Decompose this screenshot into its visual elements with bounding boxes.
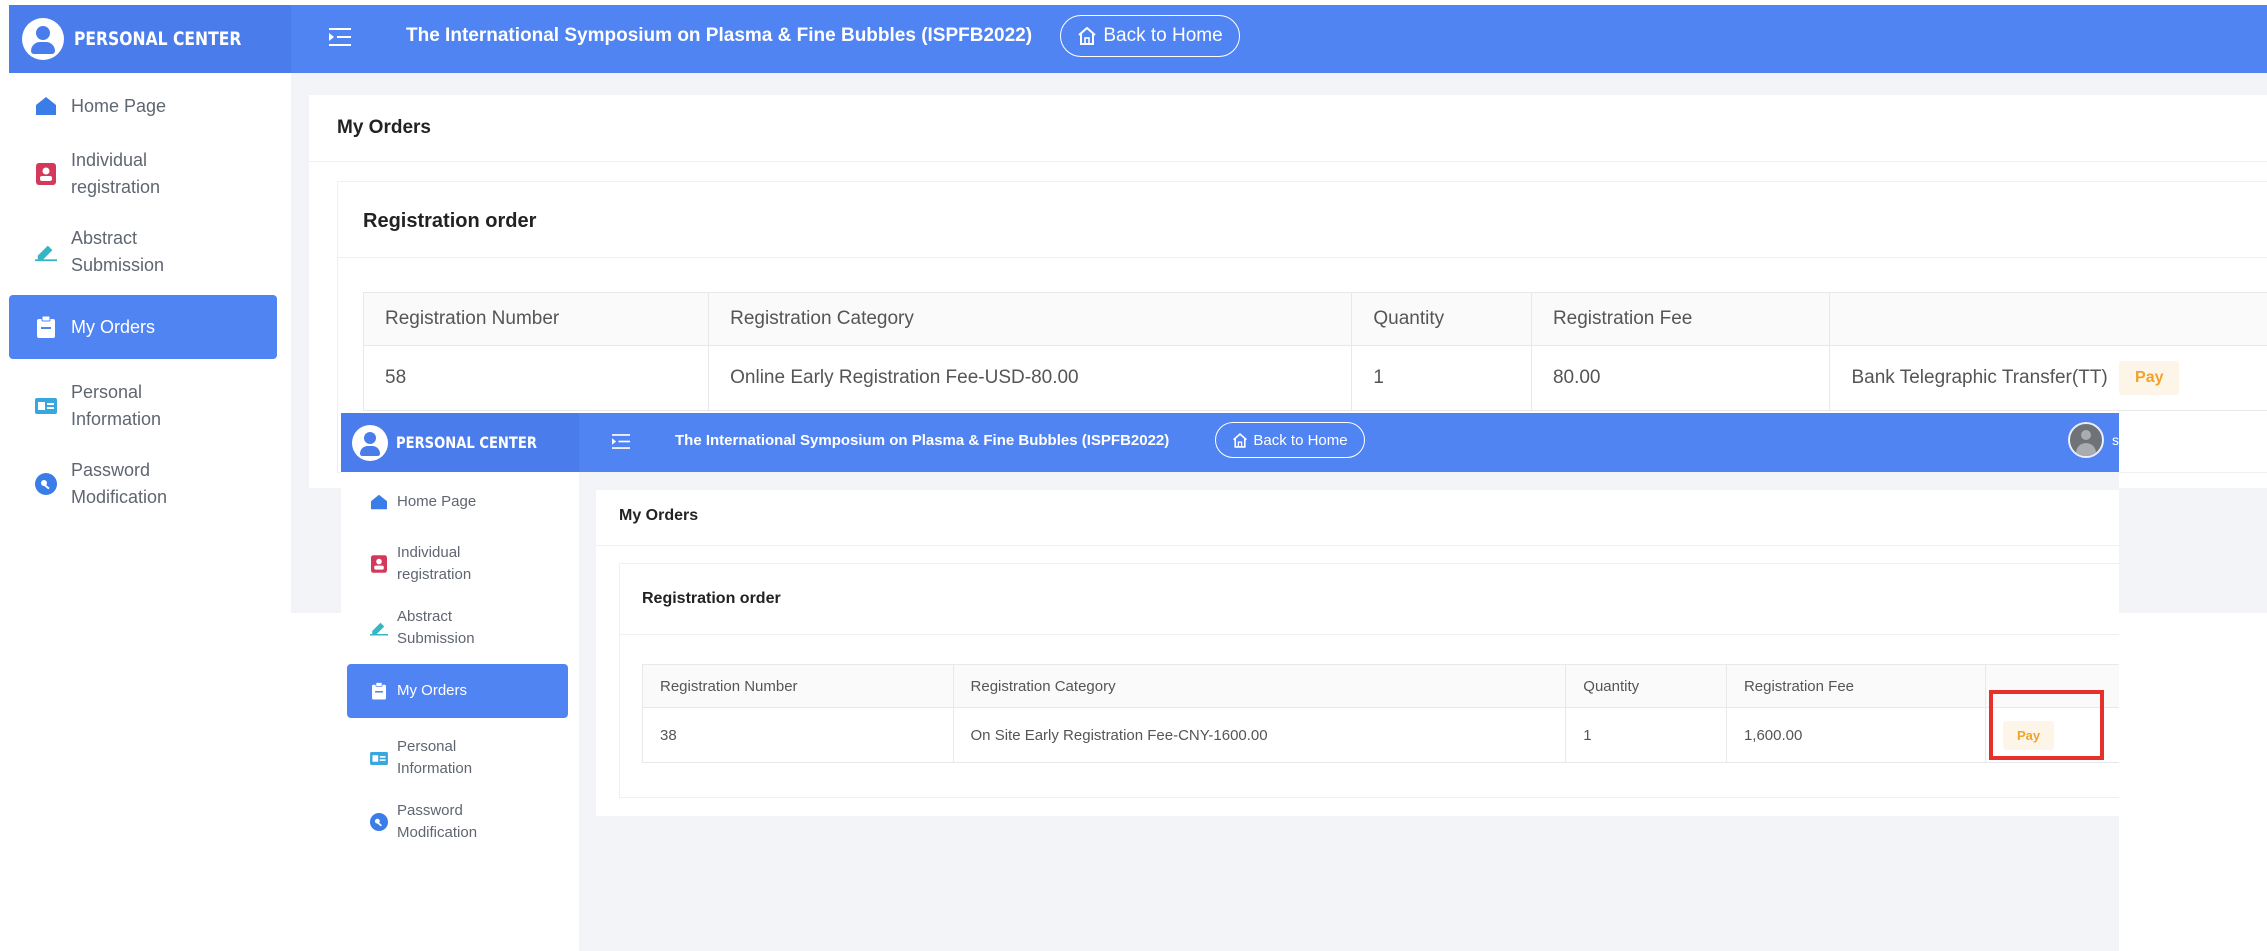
username[interactable]: s [2112, 432, 2119, 448]
table-header-row: Registration Number Registration Categor… [642, 664, 2119, 708]
sidebar-item-home[interactable]: Home Page [341, 476, 571, 528]
pay-button-highlight-box [1989, 690, 2104, 760]
sidebar-item-label: Individual registration [397, 544, 472, 583]
sidebar: Home Page Individual registration Abstra… [9, 73, 292, 613]
home-icon [370, 493, 388, 511]
column-header: Registration Category [708, 292, 1353, 346]
home-icon [35, 95, 57, 117]
sidebar-item-individual-registration[interactable]: Individual registration [341, 534, 571, 594]
sidebar-item-label: Personal Information [397, 738, 473, 777]
sidebar-item-abstract-submission[interactable]: Abstract Submission [9, 213, 277, 291]
clipboard-icon [370, 682, 388, 700]
order-fee: 80.00 [1530, 345, 1831, 411]
sidebar-item-personal-information[interactable]: Personal Information [341, 727, 571, 789]
page-title: My Orders [337, 117, 431, 138]
column-header: Registration Number [642, 664, 954, 708]
sidebar: Home Page Individual registration Abstra… [341, 472, 580, 951]
sidebar-item-my-orders[interactable]: My Orders [9, 295, 277, 359]
divider [309, 161, 2267, 162]
order-actions: Bank Telegraphic Transfer(TT) Pay [1829, 345, 2267, 411]
menu-toggle-icon[interactable] [612, 433, 630, 450]
back-to-home-label: Back to Home [1103, 25, 1223, 46]
sidebar-item-label: My Orders [71, 316, 156, 337]
sidebar-item-home[interactable]: Home Page [9, 77, 277, 135]
brand-text: PERSONAL CENTER [396, 433, 537, 452]
sidebar-item-label: Individual registration [71, 150, 161, 197]
column-header: Registration Number [362, 292, 710, 346]
sidebar-item-abstract-submission[interactable]: Abstract Submission [341, 597, 571, 659]
order-fee: 1,600.00 [1725, 707, 1986, 763]
main-content: My Orders Registration order Registratio… [579, 472, 2119, 951]
sidebar-item-label: Abstract Submission [397, 608, 475, 647]
order-number: 58 [362, 345, 710, 411]
sidebar-item-label: Home Page [71, 95, 167, 116]
column-header: Registration Fee [1530, 292, 1831, 346]
pay-button[interactable]: Pay [2119, 361, 2180, 395]
divider [596, 545, 2119, 546]
column-header: Registration Fee [1725, 664, 1986, 708]
table-header-row: Registration Number Registration Categor… [362, 292, 2267, 346]
payment-method: Bank Telegraphic Transfer(TT) [1851, 367, 2108, 389]
column-header: Quantity [1565, 664, 1727, 708]
column-header: Registration Category [952, 664, 1567, 708]
user-avatar[interactable] [2068, 422, 2104, 458]
order-quantity: 1 [1351, 345, 1532, 411]
column-header: Quantity [1351, 292, 1532, 346]
divider [620, 634, 2119, 635]
back-to-home-button[interactable]: Back to Home [1060, 15, 1240, 57]
table-row: 38 On Site Early Registration Fee-CNY-16… [642, 707, 2119, 763]
home-outline-icon [1078, 27, 1096, 45]
sidebar-item-label: My Orders [397, 682, 468, 699]
column-header [1829, 292, 2267, 346]
pen-icon [370, 619, 388, 637]
registration-order-card: Registration order Registration Number R… [619, 563, 2119, 798]
sidebar-item-personal-information[interactable]: Personal Information [9, 367, 277, 445]
menu-toggle-icon[interactable] [329, 27, 351, 47]
id-card-icon [35, 163, 57, 185]
user-card-icon [370, 749, 388, 767]
order-category: Online Early Registration Fee-USD-80.00 [708, 345, 1353, 411]
order-number: 38 [642, 707, 954, 763]
sidebar-item-label: Password Modification [71, 460, 168, 507]
order-quantity: 1 [1565, 707, 1727, 763]
orders-table: Registration Number Registration Categor… [642, 664, 2119, 763]
back-to-home-label: Back to Home [1253, 431, 1348, 449]
sidebar-item-password-modification[interactable]: Password Modification [341, 791, 571, 853]
order-category: On Site Early Registration Fee-CNY-1600.… [952, 707, 1567, 763]
brand-text: PERSONAL CENTER [73, 28, 242, 50]
brand-avatar-icon [21, 18, 64, 60]
user-card-icon [35, 395, 57, 417]
sidebar-item-label: Personal Information [71, 382, 162, 429]
sidebar-item-label: Abstract Submission [71, 228, 165, 275]
sidebar-item-label: Password Modification [397, 802, 478, 841]
foreground-screenshot: PERSONAL CENTER The International Sympos… [341, 413, 2119, 951]
conference-title: The International Symposium on Plasma & … [675, 432, 1170, 449]
sidebar-item-my-orders[interactable]: My Orders [347, 664, 568, 718]
id-card-icon [370, 555, 388, 573]
sidebar-item-label: Home Page [397, 493, 477, 510]
brand[interactable]: PERSONAL CENTER [9, 5, 291, 73]
sidebar-item-individual-registration[interactable]: Individual registration [9, 135, 277, 213]
brand[interactable]: PERSONAL CENTER [341, 413, 579, 472]
pen-icon [35, 241, 57, 263]
divider [338, 257, 2267, 258]
key-icon [370, 813, 388, 831]
page-title: My Orders [619, 507, 699, 524]
home-outline-icon [1233, 432, 1248, 448]
orders-table: Registration Number Registration Categor… [362, 292, 2267, 411]
key-icon [35, 473, 57, 495]
orders-panel: My Orders Registration order Registratio… [596, 490, 2119, 816]
clipboard-icon [35, 316, 57, 338]
back-to-home-button[interactable]: Back to Home [1215, 422, 1365, 458]
brand-avatar-icon [352, 424, 389, 461]
top-header: PERSONAL CENTER The International Sympos… [341, 413, 2119, 472]
conference-title: The International Symposium on Plasma & … [406, 25, 1033, 46]
sidebar-item-password-modification[interactable]: Password Modification [9, 445, 277, 523]
top-header: PERSONAL CENTER The International Sympos… [9, 5, 2267, 73]
section-title: Registration order [363, 210, 537, 232]
section-title: Registration order [642, 590, 781, 607]
table-row: 58 Online Early Registration Fee-USD-80.… [362, 345, 2267, 411]
